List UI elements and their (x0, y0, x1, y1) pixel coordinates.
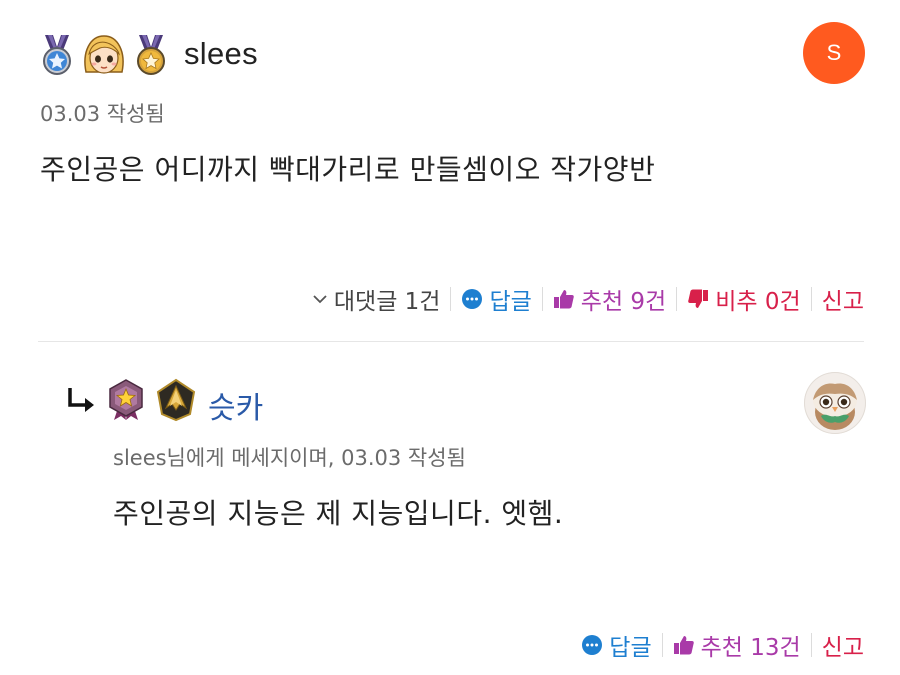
recommend-button[interactable]: 추천 9건 (543, 282, 676, 316)
avatar[interactable]: S (803, 22, 865, 84)
purple-star-emblem-icon (109, 379, 143, 420)
replies-toggle-button[interactable]: 대댓글 1건 (302, 282, 451, 316)
avatar[interactable] (804, 372, 866, 434)
report-label: 신고 (821, 289, 864, 315)
comment-actions: 대댓글 1건 답글 추천 9건 비추 0건 신고 (302, 282, 864, 316)
reply-button[interactable]: 답글 (451, 282, 541, 316)
reply-label: 답글 (489, 289, 532, 315)
recommend-label: 추천 13건 (700, 635, 801, 661)
comment-text: 주인공의 지능은 제 지능입니다. 엣헴. (113, 497, 564, 530)
report-button[interactable]: 신고 (812, 628, 864, 662)
blonde-girl-avatar-icon (84, 35, 124, 74)
chevron-down-icon (313, 295, 327, 304)
comment-author[interactable]: slees (184, 36, 258, 72)
gold-star-medal-icon (137, 35, 165, 75)
speech-bubble-icon (462, 289, 483, 309)
reply-button[interactable]: 답글 (571, 628, 661, 662)
report-button[interactable]: 신고 (812, 282, 864, 316)
author-badges (104, 378, 198, 422)
reply-label: 답글 (609, 635, 652, 661)
comment-divider (38, 341, 864, 342)
recommend-button[interactable]: 추천 13건 (663, 628, 811, 662)
comment-meta: 03.03 작성됨 (40, 102, 165, 126)
comment-meta: slees님에게 메세지이며, 03.03 작성됨 (113, 446, 466, 470)
speech-bubble-icon (582, 635, 603, 655)
unrecommend-button[interactable]: 비추 0건 (677, 282, 810, 316)
thumbs-up-icon (553, 290, 574, 309)
replies-toggle-label: 대댓글 1건 (333, 289, 441, 315)
recommend-label: 추천 9건 (580, 289, 667, 315)
author-badges (38, 32, 170, 78)
comment-actions: 답글 추천 13건 신고 (571, 628, 864, 662)
thumbs-up-icon (673, 636, 694, 655)
owl-avatar-icon (813, 383, 857, 430)
thumbs-down-icon (688, 289, 709, 308)
gold-dark-emblem-icon (156, 378, 196, 422)
reply-arrow-icon (68, 388, 94, 412)
blue-star-medal-icon (43, 35, 71, 75)
comment-text: 주인공은 어디까지 빡대가리로 만들셈이오 작가양반 (40, 153, 656, 186)
avatar-letter: S (826, 40, 842, 65)
report-label: 신고 (821, 635, 864, 661)
unrecommend-label: 비추 0건 (715, 289, 801, 315)
comment-author[interactable]: 슷카 (208, 383, 263, 427)
